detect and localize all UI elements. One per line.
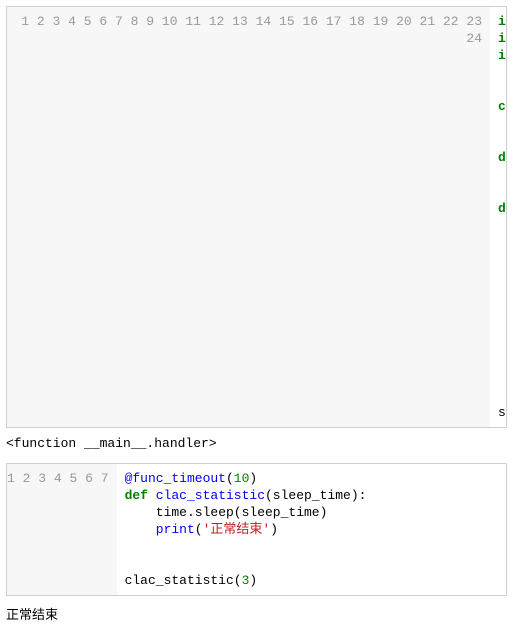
ln: 12 — [209, 14, 225, 29]
txt: clac_statistic( — [125, 573, 242, 588]
pad — [498, 116, 506, 131]
kw-def: def — [125, 488, 148, 503]
ln: 20 — [396, 14, 412, 29]
ln: 21 — [420, 14, 436, 29]
ln: 18 — [349, 14, 365, 29]
pad — [498, 167, 506, 182]
ln: 5 — [70, 471, 78, 486]
ln: 6 — [85, 471, 93, 486]
ln: 5 — [84, 14, 92, 29]
gutter-1: 1 2 3 4 5 6 7 8 9 10 11 12 13 14 15 16 1… — [7, 7, 490, 427]
ln: 4 — [68, 14, 76, 29]
txt: ( — [226, 471, 234, 486]
pad — [498, 252, 506, 267]
ln: 9 — [146, 14, 154, 29]
txt: ) — [270, 522, 278, 537]
output-2: 正常结束 — [6, 602, 507, 629]
pad — [498, 269, 506, 284]
ln: 15 — [279, 14, 295, 29]
ln: 19 — [373, 14, 389, 29]
pad — [498, 354, 506, 369]
code-cell-2: 1 2 3 4 5 6 7 @func_timeout(10) def clac… — [6, 463, 507, 596]
ln: 7 — [115, 14, 123, 29]
ln: 3 — [53, 14, 61, 29]
ln: 1 — [7, 471, 15, 486]
ln: 2 — [23, 471, 31, 486]
code-area-2[interactable]: @func_timeout(10) def clac_statistic(sle… — [117, 464, 506, 595]
ln: 6 — [99, 14, 107, 29]
pad — [125, 522, 156, 537]
txt: signal.signal(signal.SIGALRM, handler) — [498, 405, 506, 420]
kw-def: def — [498, 150, 506, 165]
kw-def: def — [498, 201, 506, 216]
ln: 1 — [21, 14, 29, 29]
kw-import: import — [498, 14, 506, 29]
pad — [498, 337, 506, 352]
ln: 16 — [302, 14, 318, 29]
ln: 22 — [443, 14, 459, 29]
kw-import: import — [498, 31, 506, 46]
ln: 4 — [54, 471, 62, 486]
pad — [125, 505, 156, 520]
txt: ) — [249, 573, 257, 588]
kw-class: class — [498, 99, 506, 114]
ln: 23 — [466, 14, 482, 29]
kw-import: import — [498, 48, 506, 63]
ln: 24 — [466, 31, 482, 46]
ln: 13 — [232, 14, 248, 29]
builtin-print: print — [156, 522, 195, 537]
ln: 8 — [131, 14, 139, 29]
num: 10 — [234, 471, 250, 486]
txt: ( — [195, 522, 203, 537]
output-1: <function __main__.handler> — [6, 434, 507, 457]
code-area-1[interactable]: import contextlib import time import sig… — [490, 7, 506, 427]
txt: time.sleep(sleep_time) — [156, 505, 328, 520]
pad — [498, 320, 506, 335]
ln: 17 — [326, 14, 342, 29]
ln: 11 — [185, 14, 201, 29]
pad — [498, 286, 506, 301]
ln: 7 — [101, 471, 109, 486]
gutter-2: 1 2 3 4 5 6 7 — [7, 464, 117, 595]
ln: 14 — [256, 14, 272, 29]
pad — [498, 235, 506, 250]
fn-name: clac_statistic — [156, 488, 265, 503]
ln: 2 — [37, 14, 45, 29]
string: '正常结束' — [203, 522, 271, 537]
txt: (sleep_time): — [265, 488, 366, 503]
pad — [498, 371, 506, 386]
pad — [498, 218, 506, 233]
pad — [498, 303, 506, 318]
code-cell-1: 1 2 3 4 5 6 7 8 9 10 11 12 13 14 15 16 1… — [6, 6, 507, 428]
ln: 10 — [162, 14, 178, 29]
sp — [148, 488, 156, 503]
decorator: @func_timeout — [125, 471, 226, 486]
txt: ) — [249, 471, 257, 486]
ln: 3 — [38, 471, 46, 486]
